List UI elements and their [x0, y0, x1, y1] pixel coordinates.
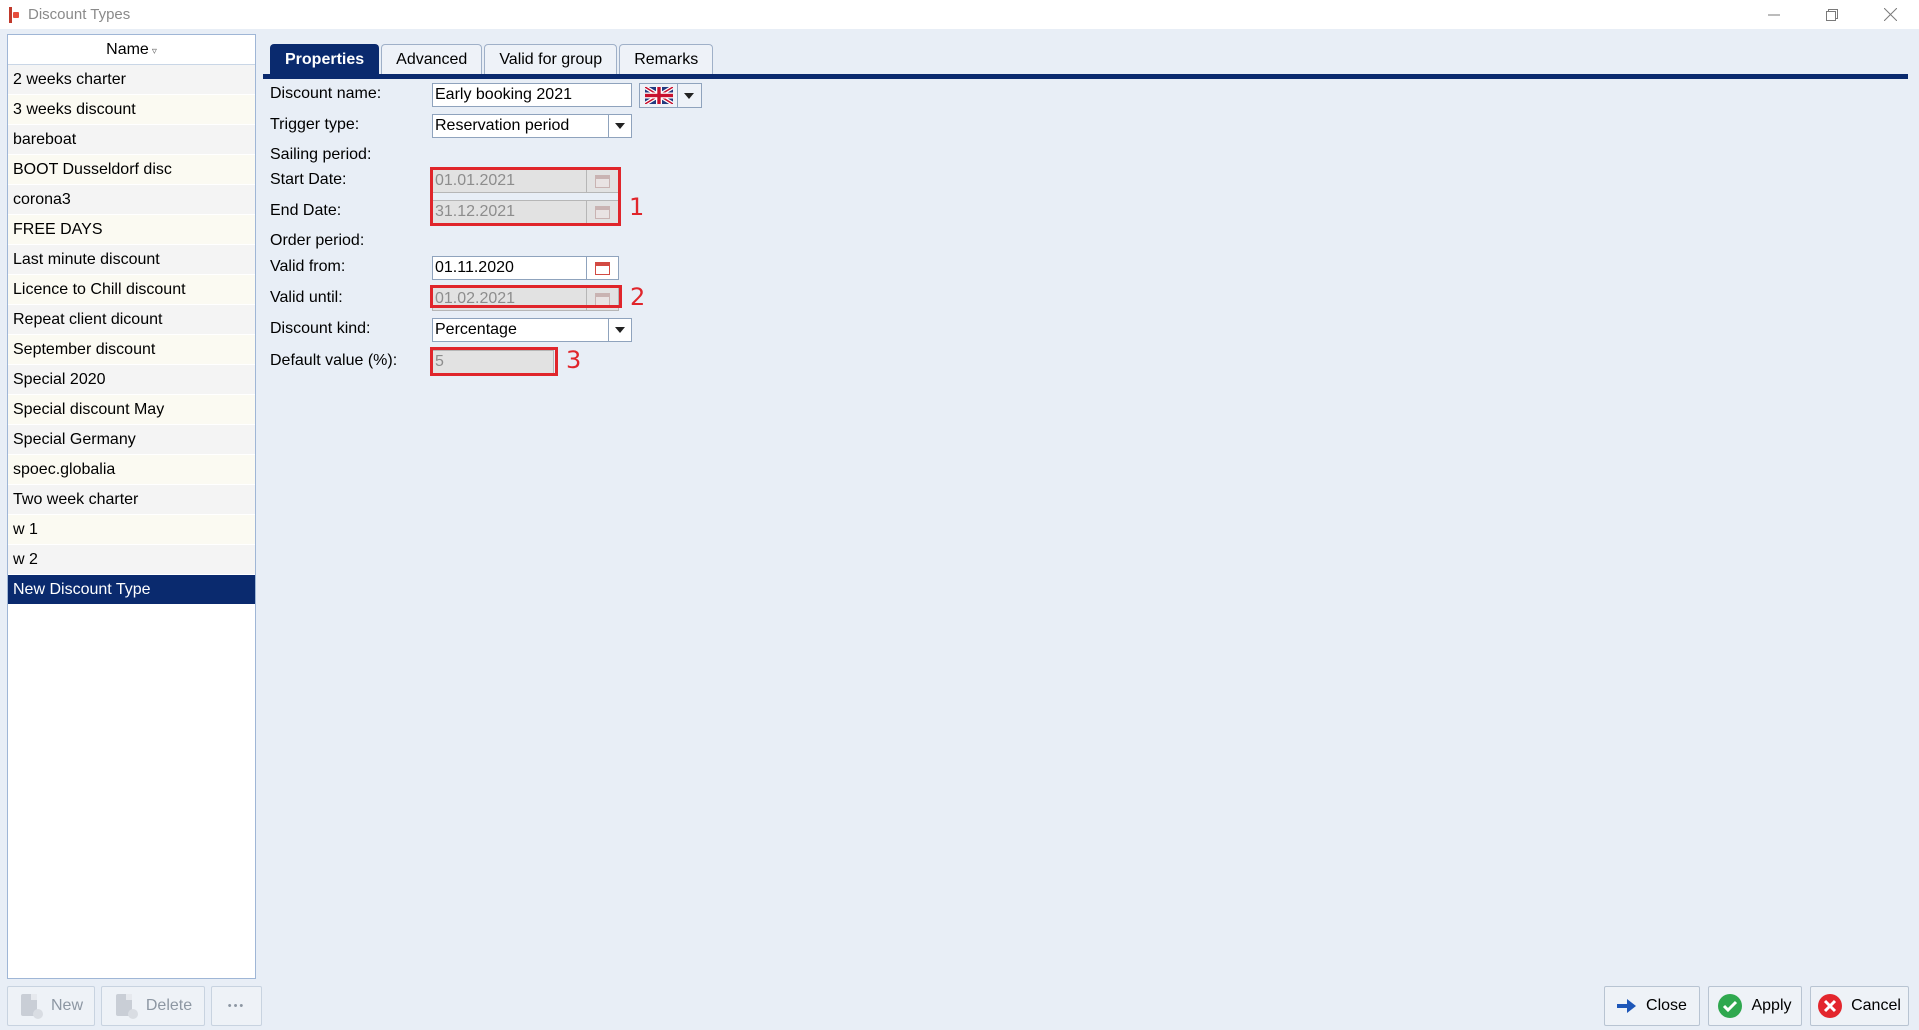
- discount-kind-value: Percentage: [435, 321, 517, 338]
- list-item[interactable]: w 2: [8, 545, 255, 575]
- sailing-period-label: Sailing period:: [270, 146, 372, 163]
- new-button-label: New: [50, 997, 83, 1014]
- highlight-box-valid-until: [430, 285, 622, 308]
- annotation-number-1: 1: [629, 193, 645, 221]
- chevron-down-icon: [683, 92, 694, 99]
- minimize-icon: [1768, 14, 1780, 15]
- start-date-label: Start Date:: [270, 171, 347, 188]
- tab-advanced[interactable]: Advanced: [381, 44, 483, 75]
- cancel-x-icon: [1818, 994, 1843, 1018]
- discount-type-list: Name ▿ 2 weeks charter 3 weeks discount ba…: [7, 34, 256, 979]
- valid-from-label: Valid from:: [270, 258, 346, 275]
- list-item[interactable]: Special discount May: [8, 395, 255, 425]
- list-item[interactable]: New Discount Type: [8, 575, 255, 605]
- sort-icon: ▿: [151, 46, 157, 57]
- delete-button-label: Delete: [145, 997, 193, 1014]
- checkmark-icon: [1718, 994, 1743, 1018]
- new-document-icon: [19, 993, 43, 1019]
- list-item[interactable]: BOOT Dusseldorf disc: [8, 155, 255, 185]
- tab-remarks[interactable]: Remarks: [619, 44, 714, 75]
- valid-from-value: 01.11.2020: [435, 259, 514, 276]
- list-rows: 2 weeks charter 3 weeks discount bareboat B…: [8, 65, 255, 605]
- chevron-down-icon: [614, 123, 625, 129]
- discount-kind-label: Discount kind:: [270, 320, 371, 337]
- title-bar: Discount Types: [0, 0, 1919, 29]
- discount-name-input[interactable]: Early booking 2021: [432, 83, 632, 107]
- name-column-label: Name: [106, 40, 149, 58]
- minimize-button[interactable]: [1745, 0, 1803, 29]
- delete-document-icon: [114, 993, 138, 1019]
- close-window-button[interactable]: [1861, 0, 1919, 29]
- tab-properties[interactable]: Properties: [270, 44, 380, 75]
- name-column-header[interactable]: Name ▿: [8, 35, 255, 65]
- list-item[interactable]: w 1: [8, 515, 255, 545]
- list-item[interactable]: Last minute discount: [8, 245, 255, 275]
- window-controls: [1745, 0, 1919, 29]
- more-options-button[interactable]: •••: [211, 986, 262, 1026]
- list-item[interactable]: Special Germany: [8, 425, 255, 455]
- app-logo-icon: [6, 6, 22, 24]
- cancel-button[interactable]: Cancel: [1810, 986, 1909, 1026]
- list-item[interactable]: Two week charter: [8, 485, 255, 515]
- language-select[interactable]: [639, 83, 702, 108]
- calendar-icon: [595, 261, 610, 275]
- apply-button-label: Apply: [1751, 997, 1792, 1014]
- order-period-label: Order period:: [270, 232, 365, 249]
- trigger-type-label: Trigger type:: [270, 116, 360, 133]
- valid-from-input[interactable]: 01.11.2020: [432, 256, 587, 280]
- chevron-down-icon: [614, 327, 625, 333]
- annotation-number-2: 2: [630, 283, 646, 311]
- tab-bar: Properties Advanced Valid for group Rema…: [270, 44, 715, 75]
- language-dropdown-arrow[interactable]: [677, 84, 699, 107]
- close-button[interactable]: Close: [1604, 986, 1700, 1026]
- window-title: Discount Types: [28, 6, 131, 23]
- list-item[interactable]: bareboat: [8, 125, 255, 155]
- tab-underline: [263, 74, 1908, 79]
- highlight-box-sailing-dates: [430, 167, 621, 226]
- delete-button[interactable]: Delete: [101, 986, 205, 1026]
- valid-until-label: Valid until:: [270, 289, 343, 306]
- list-item[interactable]: spoec.globalia: [8, 455, 255, 485]
- valid-from-calendar-button[interactable]: [586, 256, 619, 280]
- list-item[interactable]: FREE DAYS: [8, 215, 255, 245]
- arrow-right-icon: [1617, 998, 1637, 1014]
- close-icon: [1883, 8, 1897, 21]
- trigger-type-select[interactable]: Reservation period: [432, 114, 632, 138]
- annotation-number-3: 3: [566, 346, 582, 374]
- default-value-label: Default value (%):: [270, 352, 398, 369]
- list-item[interactable]: corona3: [8, 185, 255, 215]
- list-item[interactable]: Licence to Chill discount: [8, 275, 255, 305]
- end-date-label: End Date:: [270, 202, 342, 219]
- tab-valid-for-group[interactable]: Valid for group: [484, 44, 618, 75]
- discount-kind-select[interactable]: Percentage: [432, 318, 632, 342]
- discount-name-label: Discount name:: [270, 85, 382, 102]
- more-options-label: •••: [227, 1000, 246, 1012]
- apply-button[interactable]: Apply: [1708, 986, 1802, 1026]
- list-item[interactable]: Repeat client dicount: [8, 305, 255, 335]
- cancel-button-label: Cancel: [1851, 997, 1901, 1014]
- close-button-label: Close: [1646, 997, 1687, 1014]
- new-button[interactable]: New: [7, 986, 95, 1026]
- discount-name-value: Early booking 2021: [435, 86, 572, 103]
- discount-kind-dropdown-button[interactable]: [608, 318, 630, 342]
- list-item[interactable]: 3 weeks discount: [8, 95, 255, 125]
- main-area: Name ▿ 2 weeks charter 3 weeks discount ba…: [0, 29, 1919, 1030]
- restore-button[interactable]: [1803, 0, 1861, 29]
- trigger-type-value: Reservation period: [435, 117, 570, 134]
- uk-flag-icon: [645, 87, 673, 104]
- trigger-type-dropdown-button[interactable]: [608, 114, 630, 138]
- list-item[interactable]: 2 weeks charter: [8, 65, 255, 95]
- list-item[interactable]: September discount: [8, 335, 255, 365]
- list-item[interactable]: Special 2020: [8, 365, 255, 395]
- restore-icon: [1826, 8, 1838, 21]
- highlight-box-default-value: [430, 347, 558, 376]
